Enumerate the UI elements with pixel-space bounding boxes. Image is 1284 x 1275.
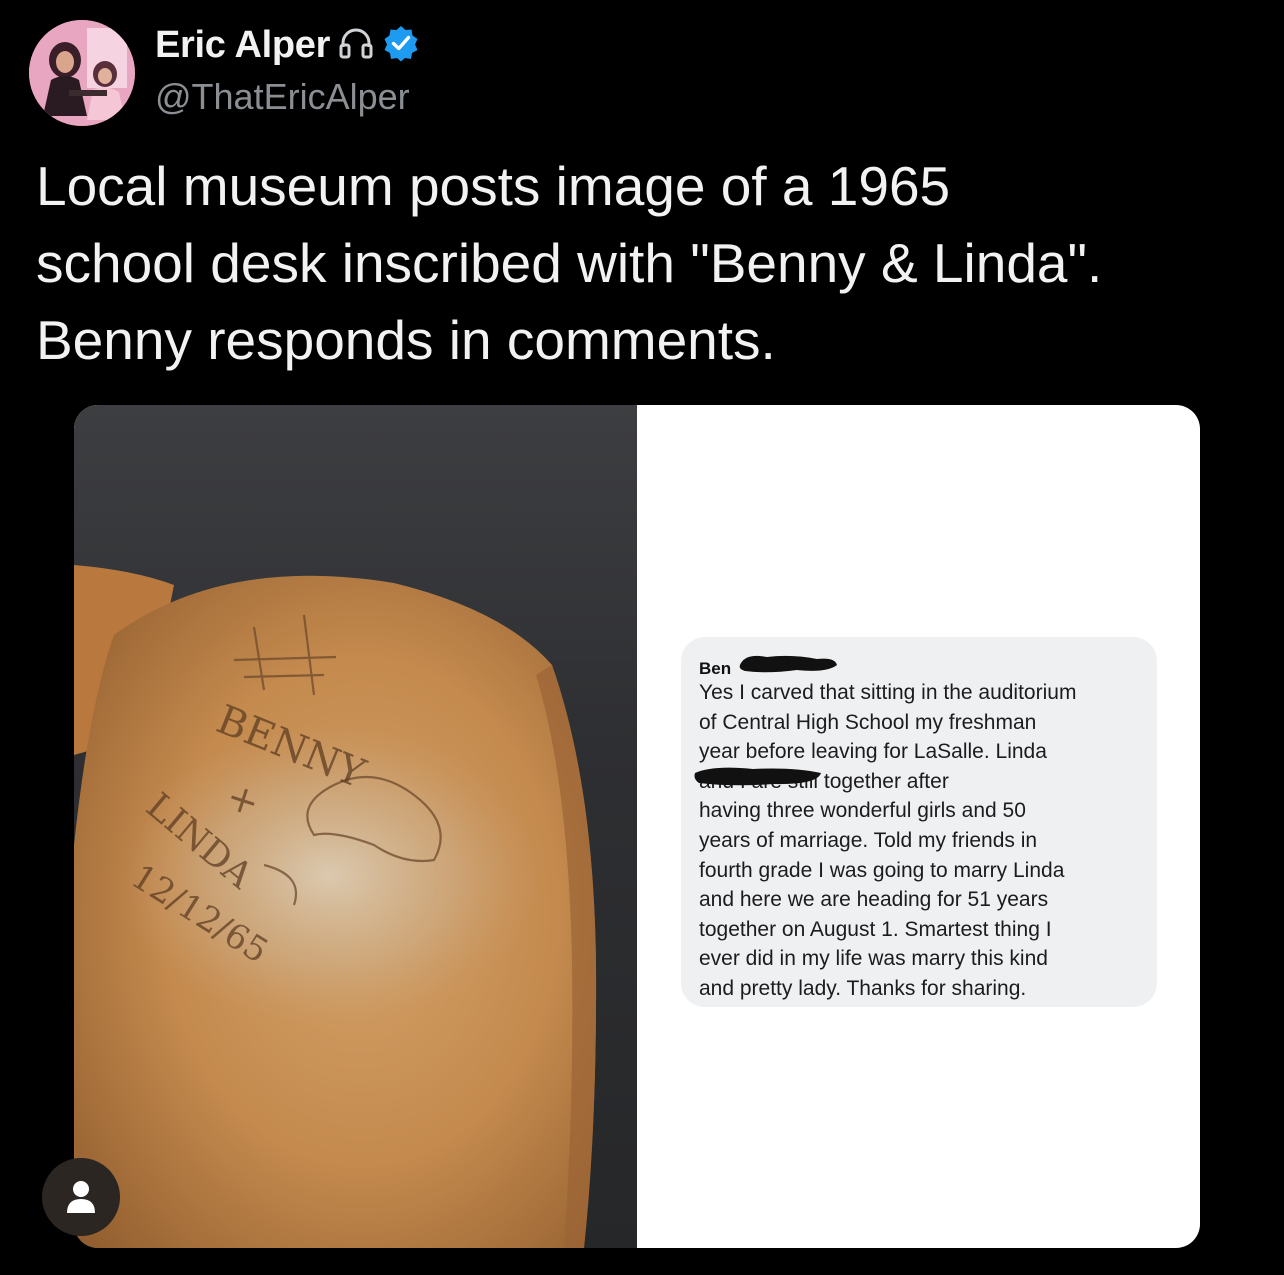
verified-badge-icon (382, 24, 420, 67)
user-account-button[interactable] (42, 1158, 120, 1236)
avatar[interactable] (29, 20, 135, 126)
desk-photo: BENNY + LINDA 12/12/65 (74, 405, 637, 1248)
handle[interactable]: @ThatEricAlper (155, 76, 410, 118)
comment-card: Ben Yes I carved that sitting in the aud… (681, 637, 1157, 1007)
headphones-icon (338, 25, 374, 66)
user-icon (67, 1181, 95, 1213)
tweet-text: Local museum posts image of a 1965 schoo… (36, 155, 1103, 371)
avatar-photo (29, 20, 135, 126)
display-name[interactable]: Eric Alper (155, 24, 330, 67)
tweet-header: Eric Alper @ThatEricAlper (26, 18, 1256, 128)
tweet-media[interactable]: BENNY + LINDA 12/12/65 Ben Yes I carved … (74, 405, 1200, 1248)
redaction-mark (739, 655, 837, 673)
redaction-mark (694, 767, 821, 786)
comment-body: Yes I carved that sitting in the auditor… (699, 681, 1077, 1000)
comment-author: Ben (699, 659, 732, 678)
